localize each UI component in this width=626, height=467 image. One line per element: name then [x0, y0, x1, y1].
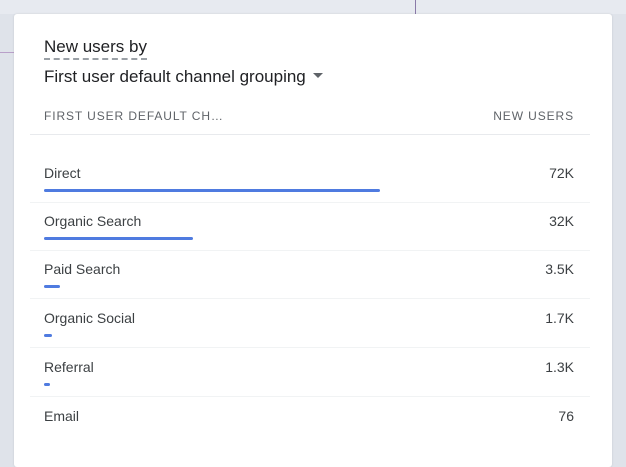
- row-divider: [30, 396, 590, 397]
- table-row[interactable]: Organic Search 32K: [30, 203, 590, 251]
- row-divider: [30, 347, 590, 348]
- share-bar: [44, 334, 52, 337]
- bar-track: [44, 189, 380, 192]
- column-header-dimension[interactable]: FIRST USER DEFAULT CH…: [44, 109, 224, 123]
- background-panel-top: [0, 0, 626, 14]
- row-label: Direct: [44, 165, 81, 181]
- row-value: 32K: [549, 213, 574, 229]
- row-value: 76: [558, 408, 574, 424]
- table-row[interactable]: Direct 72K: [30, 155, 590, 203]
- row-value: 1.7K: [545, 310, 574, 326]
- bar-track: [44, 237, 380, 240]
- row-value: 72K: [549, 165, 574, 181]
- row-label: Organic Social: [44, 310, 136, 326]
- row-divider: [30, 298, 590, 299]
- table-row[interactable]: Email 76: [30, 398, 590, 446]
- row-label: Referral: [44, 359, 94, 375]
- table-row[interactable]: Paid Search 3.5K: [30, 251, 590, 299]
- card-title-metric[interactable]: New users by: [44, 37, 147, 60]
- dropdown-caret-icon: [312, 73, 323, 79]
- header-divider: [30, 134, 590, 135]
- bar-track: [44, 334, 380, 337]
- share-bar: [44, 285, 60, 288]
- row-label: Paid Search: [44, 261, 121, 277]
- share-bar: [44, 189, 380, 192]
- background-divider-left: [0, 52, 14, 53]
- row-label: Email: [44, 408, 80, 424]
- table-row[interactable]: Referral 1.3K: [30, 349, 590, 397]
- table-row[interactable]: Organic Social 1.7K: [30, 300, 590, 348]
- row-label: Organic Search: [44, 213, 142, 229]
- share-bar: [44, 237, 193, 240]
- dimension-selector-label: First user default channel grouping: [44, 67, 306, 86]
- background-divider-line: [415, 0, 416, 14]
- dimension-selector[interactable]: First user default channel grouping: [44, 66, 323, 88]
- bar-track: [44, 285, 380, 288]
- row-value: 3.5K: [545, 261, 574, 277]
- row-value: 1.3K: [545, 359, 574, 375]
- share-bar: [44, 383, 50, 386]
- bar-track: [44, 383, 380, 386]
- column-header-new-users[interactable]: NEW USERS: [493, 109, 574, 123]
